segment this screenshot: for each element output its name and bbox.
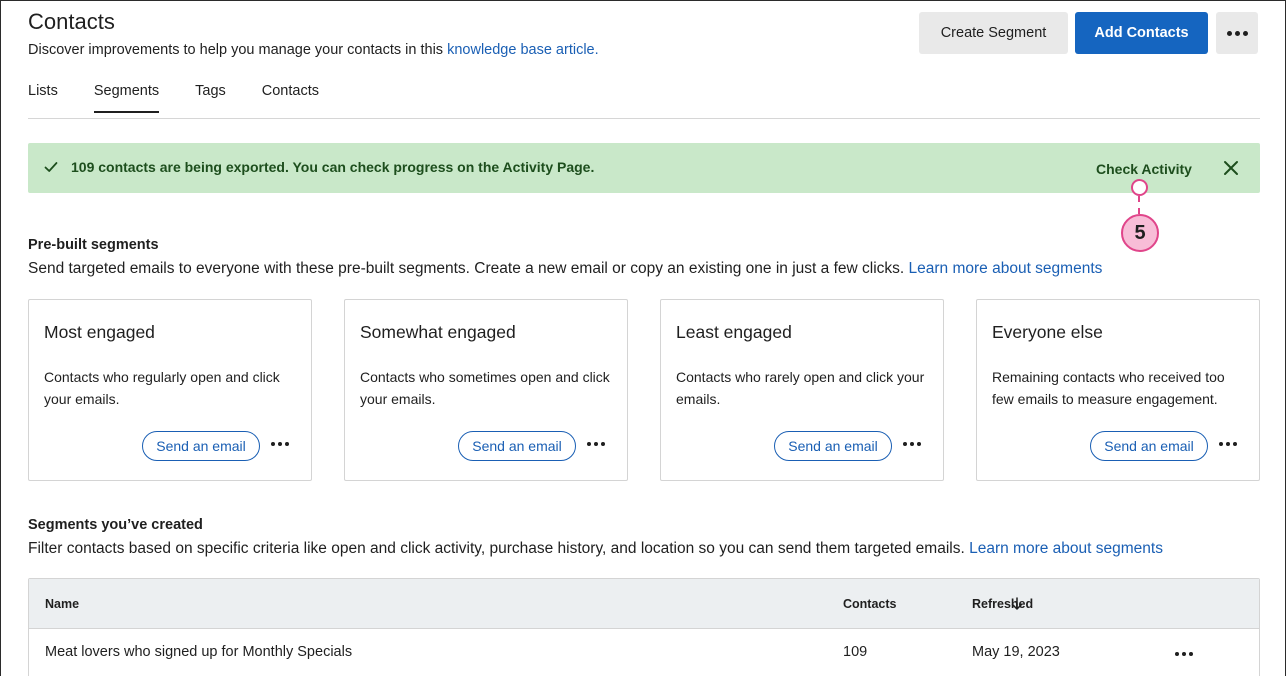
- check-icon: [44, 162, 58, 172]
- more-horizontal-icon[interactable]: [271, 442, 289, 446]
- sort-descending-icon[interactable]: [1011, 597, 1023, 611]
- tab-tags[interactable]: Tags: [195, 83, 226, 113]
- more-horizontal-icon[interactable]: [587, 442, 605, 446]
- callout-anchor: [1131, 179, 1148, 196]
- card-description: Contacts who rarely open and click your …: [676, 369, 925, 407]
- callout-connector: [1138, 196, 1140, 214]
- card-description: Contacts who sometimes open and click yo…: [360, 369, 610, 407]
- prebuilt-section-description: Send targeted emails to everyone with th…: [28, 260, 1102, 278]
- prebuilt-description-text: Send targeted emails to everyone with th…: [28, 260, 905, 277]
- tab-segments[interactable]: Segments: [93, 83, 160, 113]
- callout-badge: 5: [1121, 214, 1159, 252]
- tabs-divider: [28, 118, 1260, 119]
- create-segment-button[interactable]: Create Segment: [919, 12, 1068, 54]
- more-horizontal-icon: [1226, 30, 1248, 36]
- more-actions-button[interactable]: [1216, 12, 1258, 54]
- more-horizontal-icon[interactable]: [1219, 442, 1237, 446]
- more-horizontal-icon[interactable]: [903, 442, 921, 446]
- more-horizontal-icon[interactable]: [1175, 652, 1193, 656]
- segments-table: Name Contacts Refreshed Meat lovers who …: [28, 578, 1260, 676]
- tab-contacts[interactable]: Contacts: [262, 83, 319, 113]
- segment-contacts-count: 109: [843, 644, 868, 660]
- prebuilt-section-title: Pre-built segments: [28, 237, 159, 253]
- column-header-contacts[interactable]: Contacts: [843, 597, 896, 611]
- send-email-button[interactable]: Send an email: [1090, 431, 1208, 461]
- segment-card-somewhat-engaged: Somewhat engaged Contacts who sometimes …: [344, 299, 628, 481]
- column-header-refreshed[interactable]: Refreshed: [972, 597, 1033, 611]
- created-description-text: Filter contacts based on specific criter…: [28, 540, 965, 557]
- subtitle-text: Discover improvements to help you manage…: [28, 42, 448, 58]
- page-subtitle: Discover improvements to help you manage…: [28, 42, 599, 58]
- created-section-description: Filter contacts based on specific criter…: [28, 540, 1163, 558]
- tab-bar: Lists Segments Tags Contacts: [28, 83, 355, 113]
- card-title: Somewhat engaged: [360, 322, 516, 342]
- column-header-name[interactable]: Name: [45, 597, 79, 611]
- send-email-button[interactable]: Send an email: [774, 431, 892, 461]
- send-email-button[interactable]: Send an email: [142, 431, 260, 461]
- card-title: Everyone else: [992, 322, 1103, 342]
- send-email-button[interactable]: Send an email: [458, 431, 576, 461]
- app-frame: Contacts Discover improvements to help y…: [0, 0, 1286, 676]
- segment-name-link[interactable]: Meat lovers who signed up for Monthly Sp…: [45, 644, 352, 660]
- learn-more-segments-link[interactable]: Learn more about segments: [969, 540, 1163, 557]
- segment-card-least-engaged: Least engaged Contacts who rarely open a…: [660, 299, 944, 481]
- segment-card-most-engaged: Most engaged Contacts who regularly open…: [28, 299, 312, 481]
- segment-card-everyone-else: Everyone else Remaining contacts who rec…: [976, 299, 1260, 481]
- created-section-title: Segments you’ve created: [28, 517, 203, 533]
- learn-more-segments-link[interactable]: Learn more about segments: [909, 260, 1103, 277]
- card-title: Least engaged: [676, 322, 792, 342]
- tab-lists[interactable]: Lists: [28, 83, 58, 113]
- segment-refreshed-date: May 19, 2023: [972, 644, 1060, 660]
- knowledge-base-link[interactable]: knowledge base article.: [447, 42, 599, 58]
- close-icon[interactable]: [1222, 159, 1240, 177]
- card-description: Remaining contacts who received too few …: [992, 369, 1225, 407]
- page-title: Contacts: [28, 9, 115, 34]
- table-header: Name Contacts Refreshed: [29, 579, 1259, 629]
- check-activity-link[interactable]: Check Activity: [1096, 161, 1192, 177]
- add-contacts-button[interactable]: Add Contacts: [1075, 12, 1208, 54]
- banner-message: 109 contacts are being exported. You can…: [71, 159, 595, 175]
- card-description: Contacts who regularly open and click yo…: [44, 369, 280, 407]
- card-title: Most engaged: [44, 322, 155, 342]
- export-success-banner: 109 contacts are being exported. You can…: [28, 143, 1260, 193]
